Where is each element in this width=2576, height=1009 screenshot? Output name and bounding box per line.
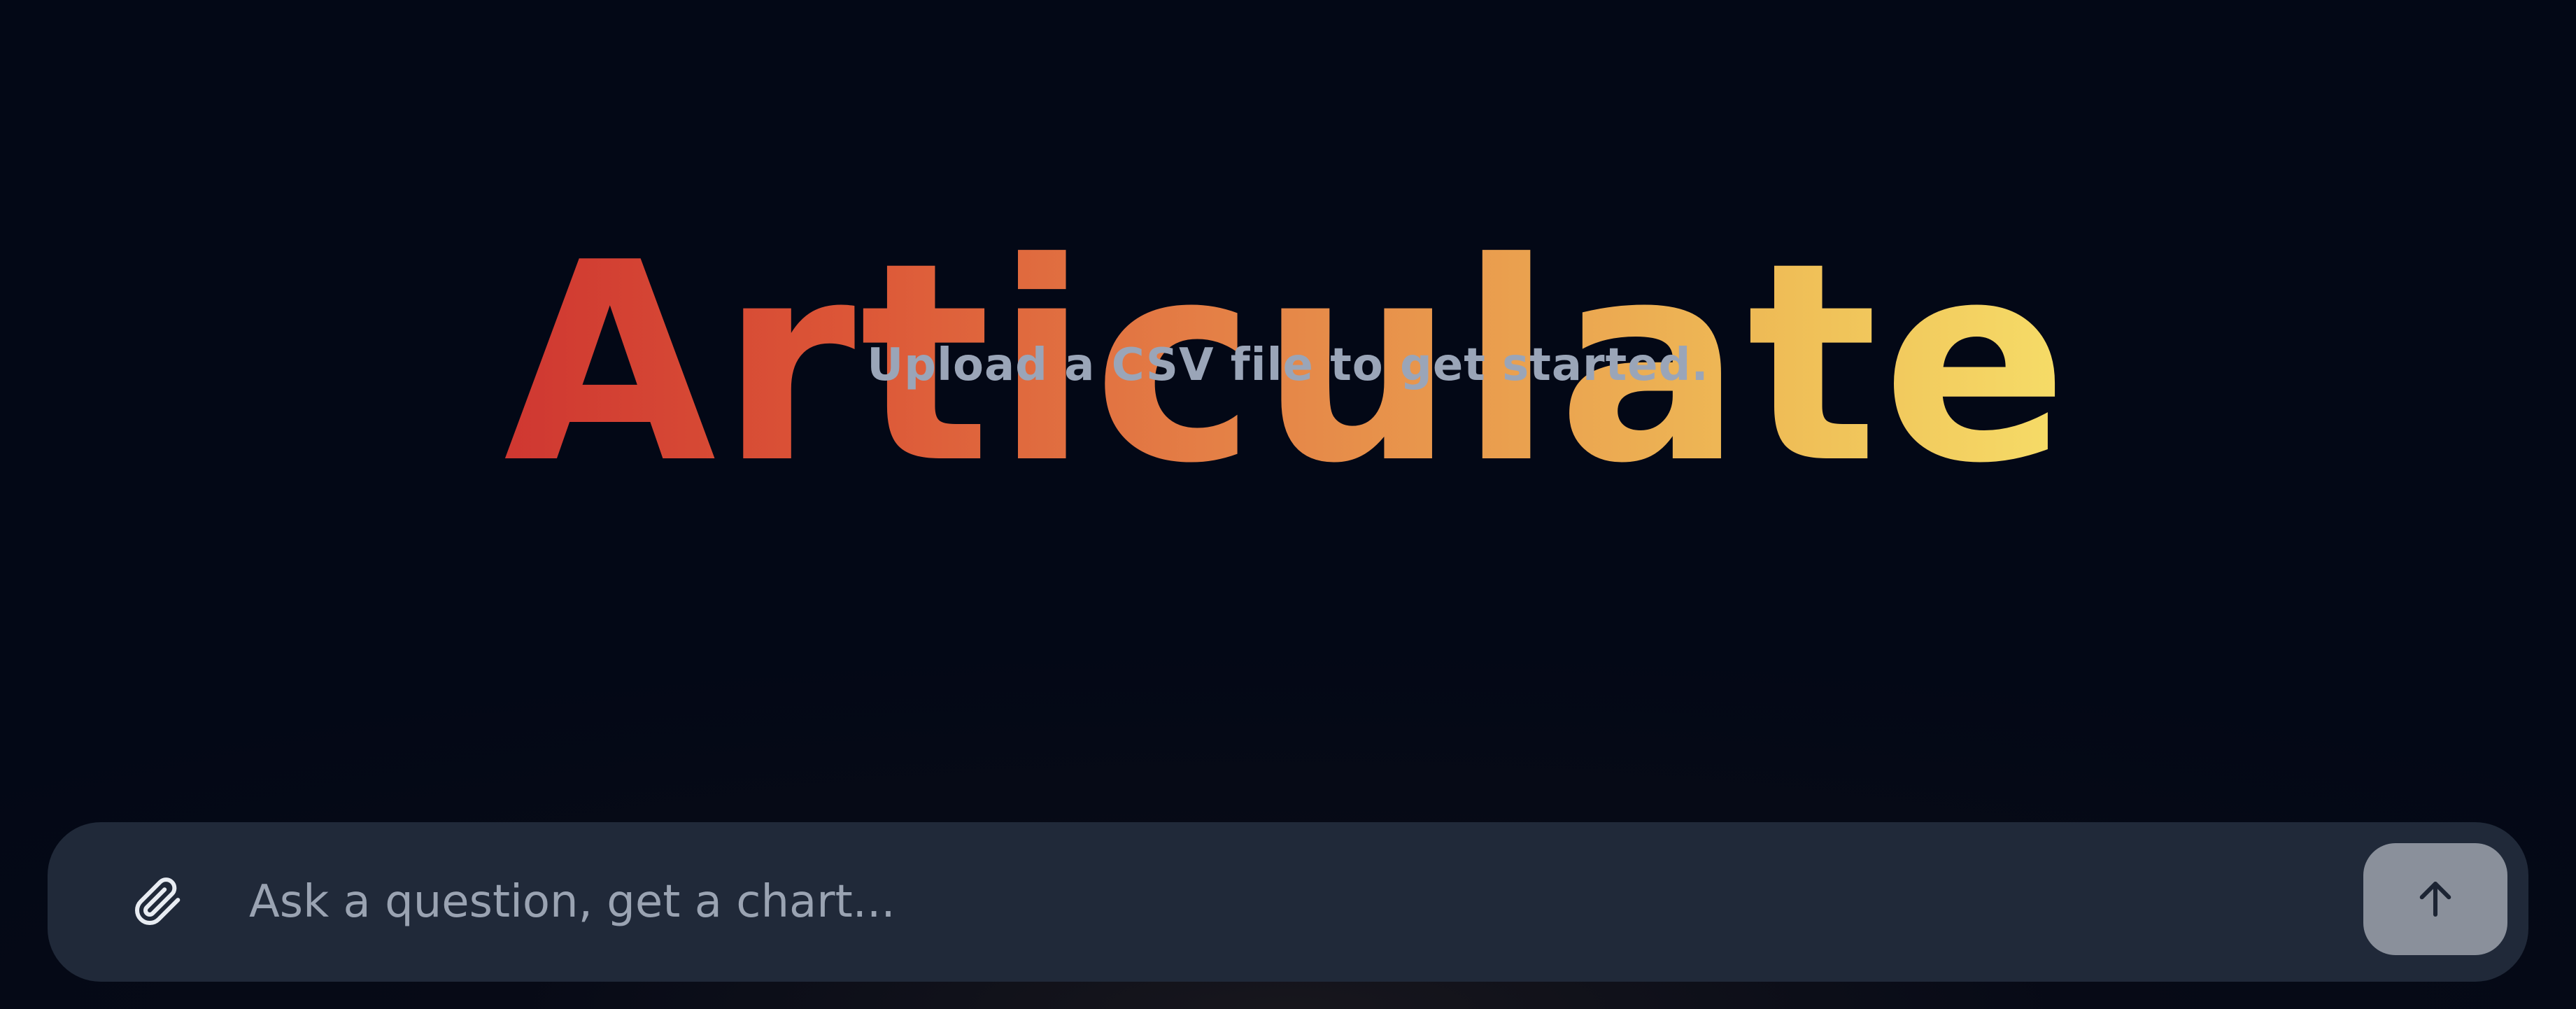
attach-file-button[interactable]: [127, 871, 189, 933]
paperclip-icon: [133, 877, 183, 927]
app-subtitle: Upload a CSV file to get started.: [867, 339, 1709, 391]
question-input[interactable]: [249, 867, 2348, 937]
send-button[interactable]: [2363, 843, 2507, 955]
arrow-up-icon: [2412, 876, 2458, 922]
chat-composer: [48, 822, 2528, 982]
page: Articulate Upload a CSV file to get star…: [0, 0, 2576, 1009]
